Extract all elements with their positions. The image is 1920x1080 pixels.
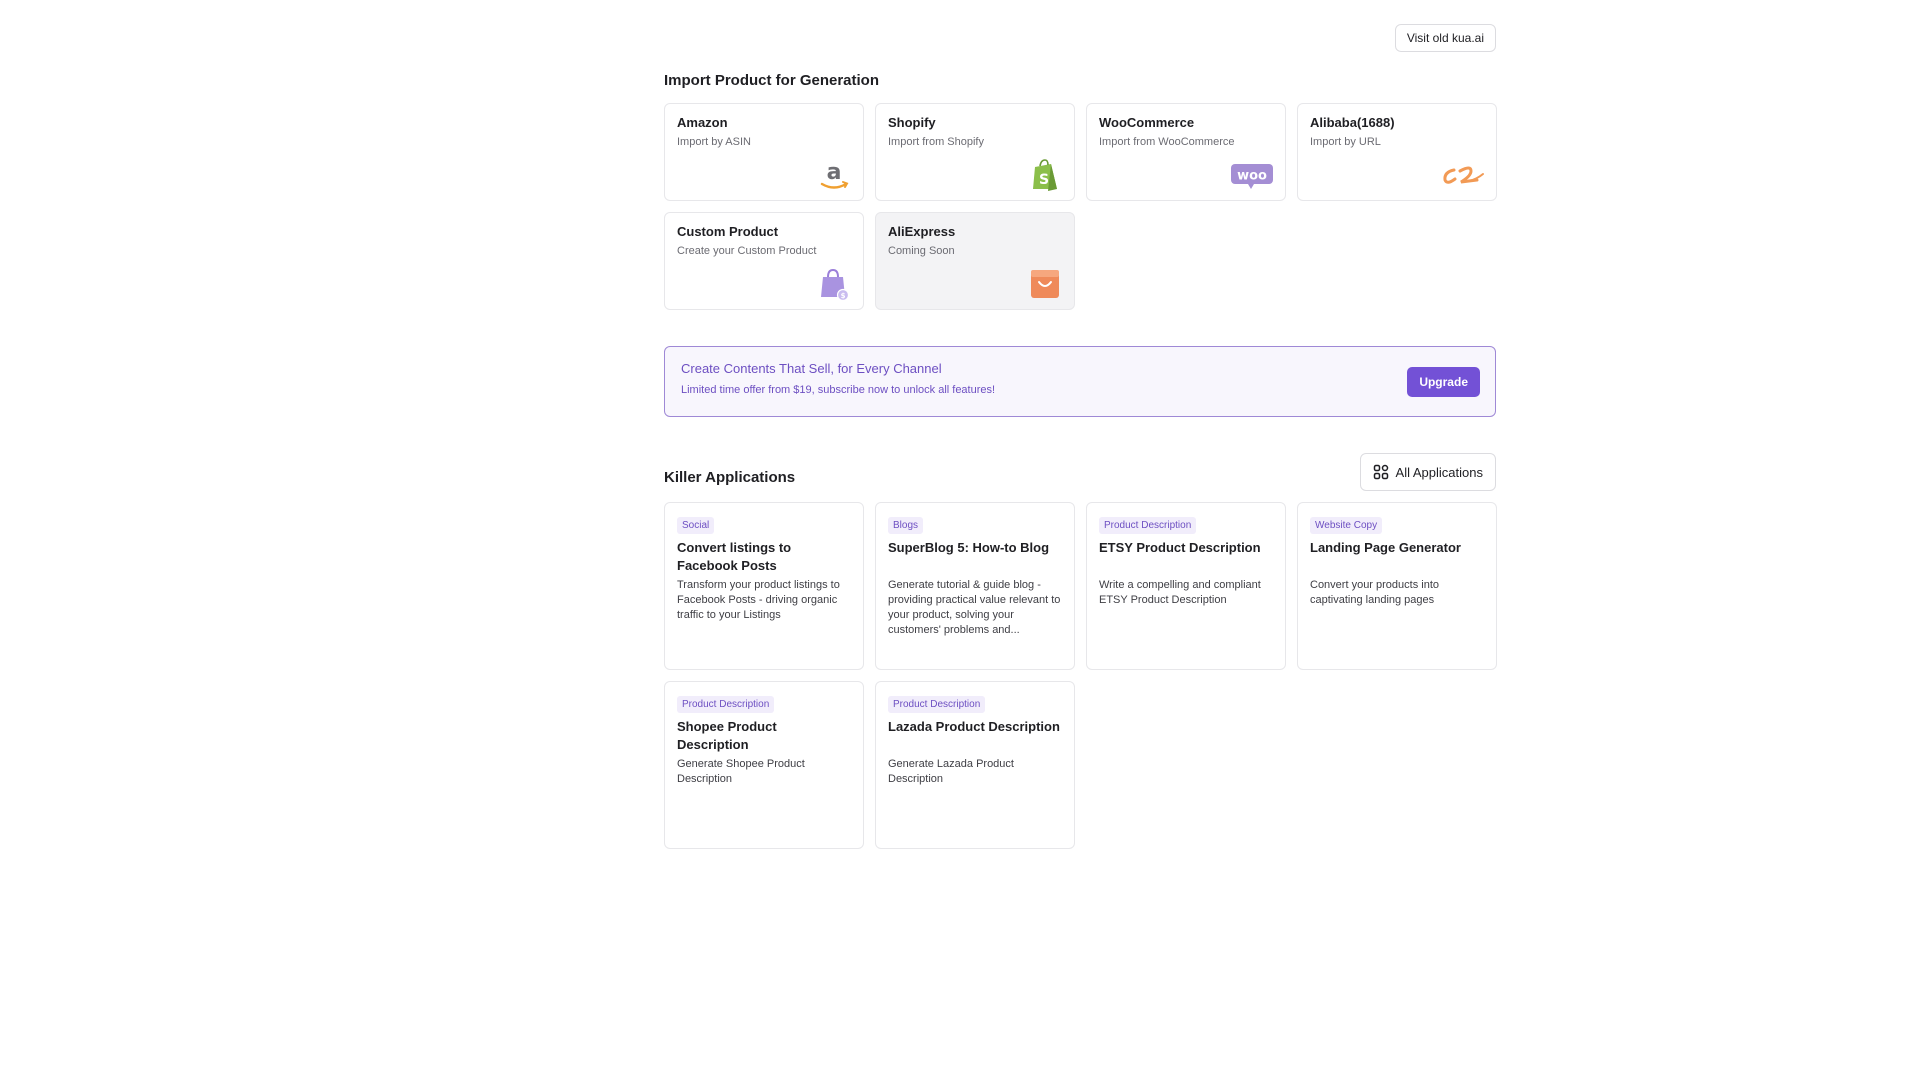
app-card-superblog[interactable]: Blogs SuperBlog 5: How-to Blog Generate …: [875, 502, 1075, 670]
promo-title: Create Contents That Sell, for Every Cha…: [681, 361, 942, 376]
app-card-lazada-description[interactable]: Product Description Lazada Product Descr…: [875, 681, 1075, 849]
import-card-desc: Coming Soon: [888, 245, 955, 257]
upgrade-promo-banner: Create Contents That Sell, for Every Cha…: [664, 346, 1496, 417]
app-description: Generate Shopee Product Description: [677, 758, 805, 785]
promo-subtitle: Limited time offer from $19, subscribe n…: [681, 384, 996, 396]
app-card-landing-page[interactable]: Website Copy Landing Page Generator Conv…: [1297, 502, 1497, 670]
import-card-name: Amazon: [677, 115, 728, 130]
import-card-name: Custom Product: [677, 224, 779, 239]
grid-icon: [1373, 464, 1389, 480]
category-tag: Product Description: [677, 696, 775, 713]
import-card-desc: Import by URL: [1310, 136, 1381, 148]
top-bar: Visit old kua.ai: [664, 0, 1496, 80]
aliexpress-logo-icon: [1027, 267, 1063, 301]
amazon-logo-icon: a: [816, 158, 852, 192]
alibaba-logo-icon: [1441, 158, 1485, 192]
import-grid: Amazon Import by ASIN a Shopify Import f…: [664, 103, 1497, 310]
all-applications-button[interactable]: All Applications: [1359, 453, 1496, 491]
import-card-name: AliExpress: [888, 224, 956, 239]
app-card-facebook-posts[interactable]: Social Convert listings to Facebook Post…: [664, 502, 864, 670]
category-tag: Blogs: [888, 517, 924, 534]
category-tag: Product Description: [888, 696, 986, 713]
killer-applications-title: Killer Applications: [664, 469, 796, 486]
import-card-name: Alibaba(1688): [1310, 115, 1395, 130]
upgrade-button[interactable]: Upgrade: [1407, 367, 1480, 397]
category-tag: Social: [677, 517, 715, 534]
all-applications-label: All Applications: [1395, 464, 1483, 480]
import-card-name: Shopify: [888, 115, 936, 130]
app-title: Convert listings to Facebook Posts: [677, 540, 792, 573]
shopify-logo-icon: S: [1027, 158, 1063, 192]
category-tag: Website Copy: [1310, 517, 1383, 534]
svg-text:woo: woo: [1237, 169, 1267, 184]
app-title: Lazada Product Description: [888, 719, 1060, 734]
category-tag: Product Description: [1099, 517, 1197, 534]
import-card-desc: Create your Custom Product: [677, 245, 817, 257]
svg-text:$: $: [841, 292, 846, 300]
app-description: Convert your products into captivating l…: [1310, 579, 1440, 606]
svg-text:a: a: [827, 160, 842, 185]
import-card-alibaba[interactable]: Alibaba(1688) Import by URL: [1297, 103, 1497, 201]
app-description: Write a compelling and compliant ETSY Pr…: [1099, 579, 1261, 606]
import-card-desc: Import from WooCommerce: [1099, 136, 1235, 148]
app-description: Generate Lazada Product Description: [888, 758, 1014, 785]
shopping-bag-icon: $: [816, 267, 852, 301]
import-section-title: Import Product for Generation: [664, 72, 880, 89]
app-card-shopee-description[interactable]: Product Description Shopee Product Descr…: [664, 681, 864, 849]
app-title: ETSY Product Description: [1099, 540, 1261, 555]
app-title: Landing Page Generator: [1310, 540, 1461, 555]
app-description: Transform your product listings to Faceb…: [677, 579, 840, 621]
woocommerce-logo-icon: woo: [1230, 158, 1274, 192]
applications-grid: Social Convert listings to Facebook Post…: [664, 502, 1497, 849]
import-card-desc: Import by ASIN: [677, 136, 751, 148]
app-card-etsy-description[interactable]: Product Description ETSY Product Descrip…: [1086, 502, 1286, 670]
main-container: Visit old kua.ai Import Product for Gene…: [664, 0, 1497, 849]
svg-text:S: S: [1039, 172, 1049, 188]
import-card-custom-product[interactable]: Custom Product Create your Custom Produc…: [664, 212, 864, 310]
import-card-woocommerce[interactable]: WooCommerce Import from WooCommerce woo: [1086, 103, 1286, 201]
app-description: Generate tutorial & guide blog - providi…: [888, 579, 1061, 636]
import-card-desc: Import from Shopify: [888, 136, 984, 148]
import-card-amazon[interactable]: Amazon Import by ASIN a: [664, 103, 864, 201]
import-card-name: WooCommerce: [1099, 115, 1195, 130]
visit-old-site-button[interactable]: Visit old kua.ai: [1394, 24, 1496, 52]
app-title: SuperBlog 5: How-to Blog: [888, 540, 1050, 555]
import-card-shopify[interactable]: Shopify Import from Shopify S: [875, 103, 1075, 201]
import-card-aliexpress: AliExpress Coming Soon: [875, 212, 1075, 310]
app-title: Shopee Product Description: [677, 719, 777, 752]
